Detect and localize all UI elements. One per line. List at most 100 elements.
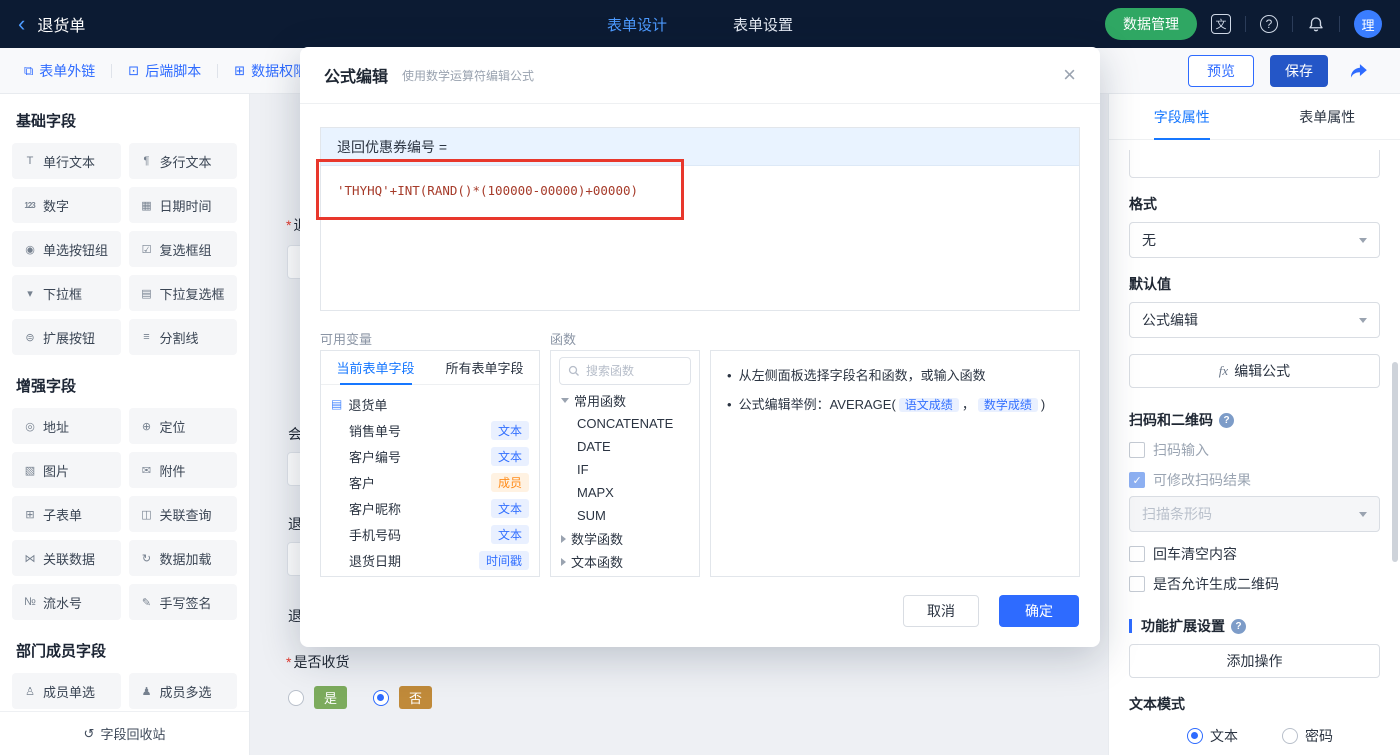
function-item[interactable]: IF bbox=[551, 458, 699, 481]
modal-subtitle: 使用数学运算符编辑公式 bbox=[402, 68, 535, 83]
field-chip-address[interactable]: ◎ 地址 bbox=[12, 408, 121, 444]
variables-panel: 当前表单字段 所有表单字段 ▤ 退货单 销售单号 文本 客户编号 文本 客户 成员 客… bbox=[320, 350, 540, 577]
field-recycle-bin[interactable]: ↺ 字段回收站 bbox=[0, 711, 249, 755]
function-group-math[interactable]: 数学函数 bbox=[551, 527, 699, 550]
app-header: ‹ 退货单 表单设计 表单设置 数据管理 文 ? 理 bbox=[0, 0, 1400, 48]
variables-root[interactable]: ▤ 退货单 bbox=[321, 391, 539, 417]
edit-formula-button[interactable]: fx 编辑公式 bbox=[1129, 354, 1380, 388]
avatar[interactable]: 理 bbox=[1354, 10, 1382, 38]
field-chip-divider-line[interactable]: ≡ 分割线 bbox=[128, 319, 237, 355]
preview-button[interactable]: 预览 bbox=[1188, 54, 1254, 87]
field-chip-image[interactable]: ▧ 图片 bbox=[12, 452, 121, 488]
allow-qr-checkbox[interactable]: 是否允许生成二维码 bbox=[1129, 574, 1380, 594]
header-actions: 数据管理 文 ? 理 bbox=[1105, 8, 1382, 40]
data-manage-button[interactable]: 数据管理 bbox=[1105, 8, 1197, 40]
field-chip-single-line-text[interactable]: T 单行文本 bbox=[12, 143, 121, 179]
address-icon: ◎ bbox=[25, 420, 35, 433]
function-search[interactable] bbox=[559, 357, 691, 385]
data-load-icon: ↻ bbox=[141, 552, 151, 565]
field-chip-location[interactable]: ⊕ 定位 bbox=[128, 408, 237, 444]
field-chip-serial-number[interactable]: № 流水号 bbox=[12, 584, 121, 620]
field-chip-datetime[interactable]: ▦ 日期时间 bbox=[128, 187, 237, 223]
close-icon[interactable]: × bbox=[1063, 64, 1076, 86]
receive-goods-options: 是 否 bbox=[288, 686, 433, 709]
field-title-input[interactable] bbox=[1129, 150, 1380, 178]
formula-target: 退回优惠券编号 = bbox=[321, 128, 1079, 166]
field-chip-member-single[interactable]: ♙ 成员单选 bbox=[12, 673, 121, 709]
variable-item[interactable]: 销售单号 文本 bbox=[321, 417, 539, 443]
save-button[interactable]: 保存 bbox=[1270, 54, 1328, 87]
backend-script-button[interactable]: ⊡ 后端脚本 bbox=[112, 61, 217, 81]
variables-label: 可用变量 bbox=[320, 332, 373, 347]
field-chip-member-multi[interactable]: ♟ 成员多选 bbox=[128, 673, 237, 709]
field-chip-signature[interactable]: ✎ 手写签名 bbox=[128, 584, 237, 620]
property-tabs: 字段属性 表单属性 bbox=[1109, 94, 1400, 140]
calendar-icon: ▦ bbox=[141, 199, 151, 212]
tab-current-form-fields[interactable]: 当前表单字段 bbox=[321, 351, 430, 384]
variable-item[interactable]: 客户昵称 文本 bbox=[321, 495, 539, 521]
function-group-text[interactable]: 文本函数 bbox=[551, 550, 699, 573]
field-chip-linked-data[interactable]: ⋈ 关联数据 bbox=[12, 540, 121, 576]
variable-item[interactable]: 客户 成员 bbox=[321, 469, 539, 495]
checkbox-icon bbox=[1129, 546, 1145, 562]
document-icon: ▤ bbox=[331, 397, 343, 411]
formula-editor[interactable]: 'THYHQ'+INT(RAND()*(100000-00000)+00000) bbox=[321, 166, 1079, 311]
scan-input-checkbox[interactable]: 扫码输入 bbox=[1129, 440, 1380, 460]
cancel-button[interactable]: 取消 bbox=[903, 595, 979, 627]
help-icon[interactable]: ? bbox=[1260, 15, 1278, 33]
function-item[interactable]: MAPX bbox=[551, 481, 699, 504]
help-icon[interactable]: ? bbox=[1231, 618, 1246, 634]
function-item[interactable]: SUM bbox=[551, 504, 699, 527]
field-chip-radio-group[interactable]: ◉ 单选按钮组 bbox=[12, 231, 121, 267]
variable-item[interactable]: 手机号码 文本 bbox=[321, 521, 539, 547]
variables-tree: ▤ 退货单 销售单号 文本 客户编号 文本 客户 成员 客户昵称 文本 手机号码 文本 退… bbox=[321, 385, 539, 576]
radio-yes[interactable] bbox=[288, 689, 304, 706]
field-chip-subform[interactable]: ⊞ 子表单 bbox=[12, 496, 121, 532]
radio-text-mode[interactable]: 文本 bbox=[1187, 726, 1238, 746]
tab-field-properties[interactable]: 字段属性 bbox=[1109, 94, 1255, 139]
radio-password-mode[interactable]: 密码 bbox=[1282, 726, 1333, 746]
field-chip-linked-query[interactable]: ◫ 关联查询 bbox=[128, 496, 237, 532]
chevron-down-icon bbox=[1359, 317, 1367, 323]
grid-icon: ⊞ bbox=[234, 62, 246, 78]
field-chip-data-load[interactable]: ↻ 数据加载 bbox=[128, 540, 237, 576]
field-chip-number[interactable]: 123 数字 bbox=[12, 187, 121, 223]
field-chip-multi-line-text[interactable]: ¶ 多行文本 bbox=[128, 143, 237, 179]
function-group-common[interactable]: 常用函数 bbox=[551, 389, 699, 412]
example-field-tag: 语文成绩 bbox=[898, 398, 959, 413]
field-chip-attachment[interactable]: ✉ 附件 bbox=[128, 452, 237, 488]
format-select[interactable]: 无 bbox=[1129, 222, 1380, 258]
variable-item[interactable]: 客户编号 文本 bbox=[321, 443, 539, 469]
language-icon[interactable]: 文 bbox=[1211, 14, 1231, 34]
tab-form-design[interactable]: 表单设计 bbox=[607, 14, 667, 35]
radio-no[interactable] bbox=[373, 689, 390, 706]
default-value-select[interactable]: 公式编辑 bbox=[1129, 302, 1380, 338]
function-item[interactable]: DATE bbox=[551, 435, 699, 458]
search-icon bbox=[568, 365, 579, 376]
form-external-link-button[interactable]: ⧉ 表单外链 bbox=[24, 61, 111, 81]
function-item[interactable]: CONCATENATE bbox=[551, 412, 699, 435]
variable-item[interactable]: 退货日期 时间戳 bbox=[321, 547, 539, 573]
scrollbar[interactable] bbox=[1392, 362, 1398, 562]
section-title-basic-fields: 基础字段 bbox=[16, 113, 77, 130]
back-button[interactable]: ‹ bbox=[18, 13, 25, 35]
confirm-button[interactable]: 确定 bbox=[999, 595, 1079, 627]
field-chip-dropdown[interactable]: ▾ 下拉框 bbox=[12, 275, 121, 311]
button-icon: ⊜ bbox=[25, 331, 34, 344]
add-action-button[interactable]: 添加操作 bbox=[1129, 644, 1380, 678]
tab-all-form-fields[interactable]: 所有表单字段 bbox=[430, 351, 539, 384]
tab-form-properties[interactable]: 表单属性 bbox=[1255, 94, 1400, 139]
divider bbox=[1292, 16, 1293, 32]
enter-clear-checkbox[interactable]: 回车清空内容 bbox=[1129, 544, 1380, 564]
scan-editable-checkbox[interactable]: 可修改扫码结果 bbox=[1129, 470, 1380, 490]
tab-form-settings[interactable]: 表单设置 bbox=[733, 14, 793, 35]
field-chip-extend-button[interactable]: ⊜ 扩展按钮 bbox=[12, 319, 121, 355]
field-chip-dropdown-multi[interactable]: ▤ 下拉复选框 bbox=[128, 275, 237, 311]
share-icon[interactable] bbox=[1344, 56, 1374, 86]
help-icon[interactable]: ? bbox=[1219, 412, 1234, 428]
field-chip-checkbox-group[interactable]: ☑ 复选框组 bbox=[128, 231, 237, 267]
toolbar-links: ⧉ 表单外链 ⊡ 后端脚本 ⊞ 数据权限 bbox=[24, 61, 323, 81]
bell-icon[interactable] bbox=[1307, 15, 1325, 33]
no-tag: 否 bbox=[399, 686, 433, 709]
search-input[interactable] bbox=[586, 364, 676, 378]
